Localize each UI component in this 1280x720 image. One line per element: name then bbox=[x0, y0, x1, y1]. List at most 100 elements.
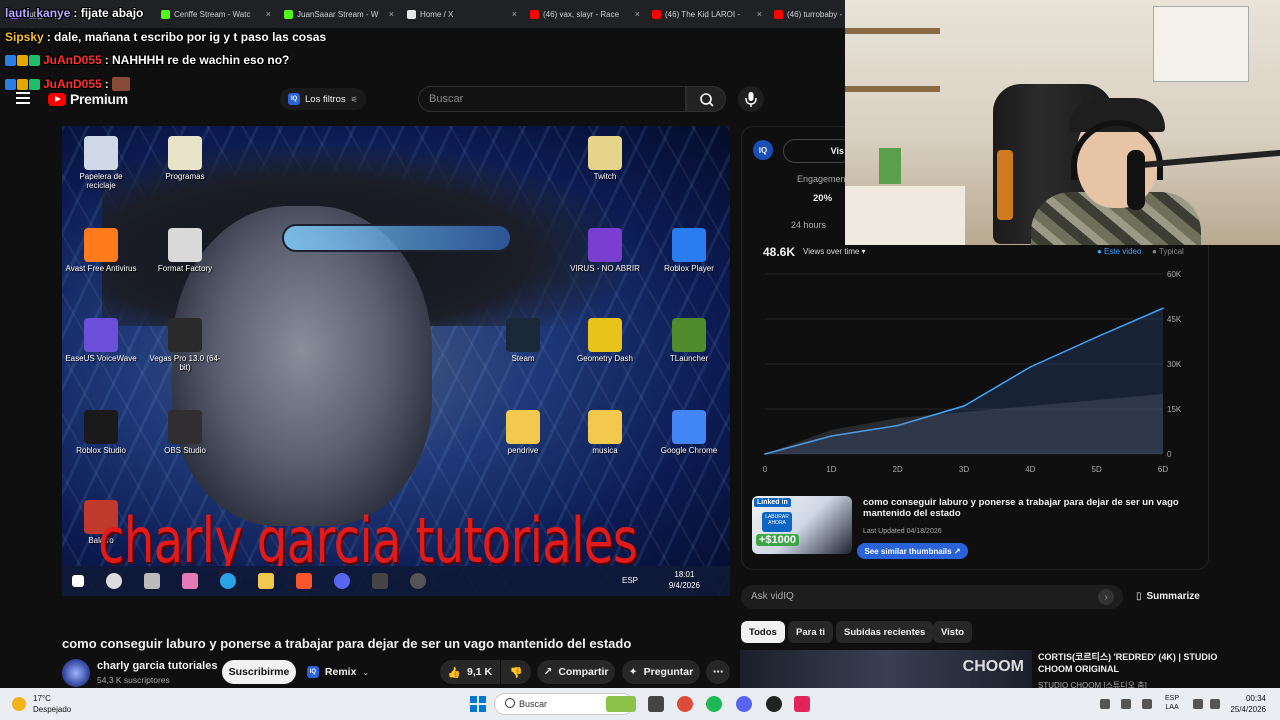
share-icon: ↗ bbox=[543, 666, 553, 678]
search-icon bbox=[106, 573, 122, 589]
channel-avatar[interactable] bbox=[62, 659, 90, 687]
chat-badge-icon bbox=[5, 54, 16, 66]
steam-icon[interactable] bbox=[766, 696, 782, 712]
search-button[interactable] bbox=[686, 86, 726, 112]
vidiq-icon: IQ bbox=[306, 666, 319, 678]
browser-tab[interactable]: (46) vax, slayr - Race × bbox=[524, 2, 646, 26]
network-off-icon[interactable] bbox=[1121, 699, 1131, 709]
chat-text: : NAHHHH re de wachin eso no? bbox=[104, 53, 290, 67]
ask-button[interactable]: ✦ Preguntar bbox=[622, 660, 700, 684]
more-actions-button[interactable]: ⋯ bbox=[706, 660, 730, 684]
y-tick-label: 30K bbox=[1167, 360, 1182, 369]
time-range-label[interactable]: 24 hours bbox=[791, 220, 826, 230]
weather-temperature[interactable]: 17°C bbox=[33, 694, 51, 703]
video-player[interactable]: Papelera de reciclaje Programas Twitch Avas… bbox=[62, 126, 730, 596]
desktop-shortcut-icon bbox=[168, 136, 202, 170]
close-tab-icon[interactable]: × bbox=[512, 9, 517, 19]
file-explorer-icon bbox=[258, 573, 274, 589]
microphone-icon[interactable] bbox=[1142, 699, 1152, 709]
thumbs-down-icon: 👎 bbox=[509, 666, 523, 679]
views-metric-dropdown[interactable]: Views over time ▾ bbox=[803, 247, 866, 256]
browser-tab[interactable]: (46) The Kid LAROI - × bbox=[646, 2, 768, 26]
summarize-button[interactable]: ▯ Summarize bbox=[1136, 591, 1200, 602]
desktop-shortcut-label: pendrive bbox=[507, 446, 539, 455]
desktop-shortcut-label: Format Factory bbox=[157, 264, 213, 273]
shelf bbox=[845, 28, 940, 34]
desktop-shortcut-icon bbox=[84, 410, 118, 444]
close-tab-icon[interactable]: × bbox=[757, 9, 762, 19]
desktop-shortcut: Vegas Pro 13.0 (64-bit) bbox=[148, 318, 222, 373]
feed-filter-chip[interactable]: Todos bbox=[741, 621, 785, 643]
display-icon[interactable] bbox=[1193, 699, 1203, 709]
desktop-shortcut: Format Factory bbox=[148, 228, 222, 274]
recommended-video-title[interactable]: CORTIS(코르티스) 'REDRED' (4K) | STUDIO CHOO… bbox=[1038, 651, 1218, 675]
thumbnail-last-updated: Last Updated 04/18/2026 bbox=[863, 528, 942, 535]
vidiq-logo-icon[interactable]: IQ bbox=[753, 140, 773, 160]
vidiq-view-toggle[interactable]: Vis bbox=[783, 139, 853, 163]
share-button[interactable]: ↗ Compartir bbox=[537, 660, 615, 684]
desktop-shortcut: EaseUS VoiceWave bbox=[64, 318, 138, 364]
task-view-icon bbox=[144, 573, 160, 589]
desktop-shortcut-icon bbox=[84, 228, 118, 262]
chevron-up-icon[interactable] bbox=[1100, 699, 1110, 709]
desktop-shortcut: Programas bbox=[148, 136, 222, 182]
dislike-button[interactable]: 👎 bbox=[501, 660, 531, 684]
chat-username: JuAnD055 bbox=[43, 77, 102, 91]
close-tab-icon[interactable]: × bbox=[635, 9, 640, 19]
series-area-typical bbox=[765, 394, 1163, 454]
desktop-shortcut: Roblox Player bbox=[652, 228, 726, 274]
volume-icon[interactable] bbox=[1210, 699, 1220, 709]
remix-button[interactable]: IQ Remix ⌄ bbox=[302, 660, 374, 684]
recommended-thumb-logo: CHOOM bbox=[962, 658, 1024, 675]
desktop-shortcut: Avast Free Antivirus bbox=[64, 228, 138, 274]
file-explorer-icon[interactable] bbox=[648, 696, 664, 712]
search-input[interactable]: Buscar bbox=[418, 86, 686, 112]
desktop-shortcut-icon bbox=[84, 136, 118, 170]
desktop-shortcut-icon bbox=[168, 228, 202, 262]
desktop-shortcut-label: Papelera de reciclaje bbox=[79, 172, 123, 190]
video-taskbar-clock: 18:01 9/4/2026 bbox=[669, 569, 700, 591]
channel-name[interactable]: charly garcia tutoriales bbox=[97, 660, 217, 672]
browser-tab[interactable]: Home / X × bbox=[401, 2, 523, 26]
views-over-time-chart: 0 15K 30K 45K 60K 0 1D 2D 3D 4D 5D 6D bbox=[763, 270, 1182, 474]
spotify-icon[interactable] bbox=[706, 696, 722, 712]
engagement-value: 20% bbox=[813, 193, 833, 204]
tab-favicon-icon bbox=[774, 9, 783, 19]
y-tick-label: 45K bbox=[1167, 315, 1182, 324]
discord-icon[interactable] bbox=[736, 696, 752, 712]
like-button[interactable]: 👍 9,1 K bbox=[440, 660, 500, 684]
feed-filter-chip[interactable]: Para ti bbox=[788, 621, 834, 643]
discord-icon bbox=[334, 573, 350, 589]
keyboard-language[interactable]: ESP LAA bbox=[1165, 694, 1179, 712]
voice-search-button[interactable] bbox=[738, 86, 764, 112]
thumbnail-preview[interactable]: Linked in LABURAR AHORA +$1000 bbox=[752, 496, 852, 554]
chrome-icon[interactable] bbox=[677, 696, 693, 712]
desktop-shortcut-label: Roblox Studio bbox=[76, 446, 126, 455]
desktop-shortcut-label: TLauncher bbox=[669, 354, 709, 363]
taskbar-clock[interactable]: 00:34 25/4/2026 bbox=[1226, 694, 1266, 716]
send-arrow-icon[interactable]: › bbox=[1098, 589, 1114, 605]
video-taskbar-date: 9/4/2026 bbox=[668, 581, 700, 591]
tab-label: (46) vax, slayr - Race bbox=[543, 9, 620, 19]
x-tick-label: 1D bbox=[826, 465, 836, 474]
desktop-shortcut: pendrive bbox=[486, 410, 560, 456]
weather-sun-icon[interactable] bbox=[12, 697, 26, 711]
subscribe-button[interactable]: Suscribirme bbox=[222, 660, 296, 684]
feed-filter-chip[interactable]: Subidas recientes bbox=[836, 621, 934, 643]
weather-description[interactable]: Despejado bbox=[33, 705, 71, 714]
windows-start-icon[interactable] bbox=[470, 696, 486, 712]
ask-vidiq-input[interactable]: Ask vidIQ bbox=[741, 585, 1123, 609]
close-tab-icon[interactable]: × bbox=[389, 9, 394, 19]
desktop-shortcut-icon bbox=[672, 410, 706, 444]
copilot-icon bbox=[182, 573, 198, 589]
chat-badge-icon bbox=[29, 78, 40, 90]
chat-badge-icon bbox=[5, 78, 16, 90]
video-taskbar-time: 18:01 bbox=[674, 570, 695, 579]
windows-taskbar: 17°C Despejado Buscar ESP LAA 00:34 25/4… bbox=[0, 688, 1280, 720]
feed-filter-chip[interactable]: Visto bbox=[933, 621, 973, 643]
desktop-shortcut-icon bbox=[506, 410, 540, 444]
chat-message: JuAnD055: bbox=[5, 77, 130, 91]
chat-message: lauti_kanye: fijate abajo bbox=[5, 6, 143, 20]
tiktok-icon[interactable] bbox=[794, 696, 810, 712]
see-similar-thumbnails-button[interactable]: See similar thumbnails ↗ bbox=[857, 543, 968, 559]
